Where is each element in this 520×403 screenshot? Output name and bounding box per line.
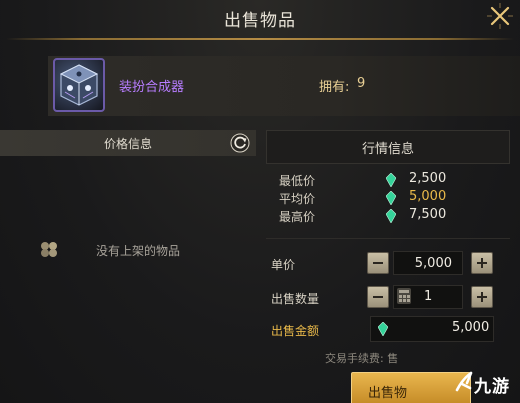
unit-price-plus-button[interactable]	[471, 252, 493, 274]
highest-price-value: 7,500	[409, 207, 447, 222]
owned-label: 拥有:	[319, 80, 350, 95]
total-amount-value: 5,000	[452, 320, 490, 335]
owned-count: 9	[357, 76, 366, 91]
quantity-label: 出售数量	[271, 292, 320, 306]
sell-button[interactable]: 出售物	[351, 372, 471, 403]
market-info-title: 行情信息	[361, 142, 414, 157]
price-info-title: 价格信息	[103, 137, 152, 151]
jiuyou-logo-icon	[455, 371, 473, 392]
refresh-icon[interactable]	[230, 133, 250, 153]
unit-price-minus-button[interactable]	[367, 252, 389, 274]
minus-icon	[373, 296, 383, 298]
minus-icon	[373, 262, 383, 264]
calculator-icon[interactable]	[397, 288, 411, 304]
title-divider	[6, 38, 514, 40]
title-bar: 出售物品	[0, 0, 520, 40]
item-name: 装扮合成器	[119, 80, 185, 95]
window-title: 出售物品	[224, 11, 296, 31]
unit-price-value: 5,000	[414, 256, 452, 271]
empty-box-icon	[38, 240, 60, 258]
item-box-icon[interactable]	[53, 58, 105, 112]
quantity-value: 1	[424, 289, 433, 304]
watermark-text: 九游	[474, 377, 510, 397]
average-price-label: 平均价	[279, 192, 316, 206]
empty-listing-text: 没有上架的物品	[96, 244, 181, 258]
gem-icon	[385, 208, 397, 224]
quantity-minus-button[interactable]	[367, 286, 389, 308]
gem-icon	[377, 321, 389, 337]
gem-icon	[385, 190, 397, 206]
gem-icon	[385, 172, 397, 188]
highest-price-label: 最高价	[279, 210, 316, 224]
section-divider	[266, 238, 510, 239]
average-price-value: 5,000	[409, 189, 447, 204]
sell-button-label: 出售物	[368, 386, 408, 401]
price-info-header: 价格信息	[0, 130, 256, 156]
unit-price-input[interactable]: 5,000	[393, 251, 463, 275]
lowest-price-value: 2,500	[409, 171, 447, 186]
sell-item-window: 出售物品 装扮合成器 拥有: 9 价格信息 没有上架的物品 行情信息 最低价 2…	[0, 0, 520, 403]
lowest-price-label: 最低价	[279, 174, 316, 188]
close-icon[interactable]	[486, 2, 514, 30]
total-amount-label: 出售金额	[271, 324, 320, 338]
unit-price-label: 单价	[271, 258, 296, 272]
fee-text: 交易手续费: 售	[325, 352, 399, 365]
quantity-plus-button[interactable]	[471, 286, 493, 308]
jiuyou-watermark: 九游	[454, 370, 518, 400]
